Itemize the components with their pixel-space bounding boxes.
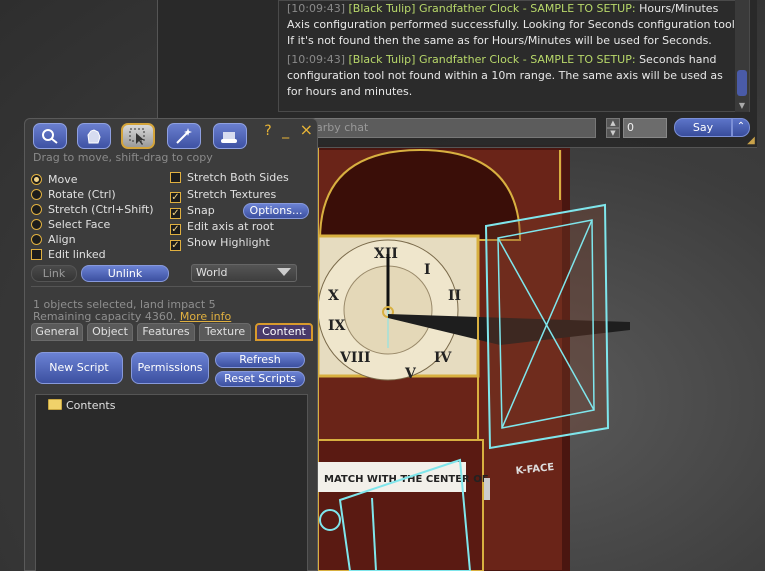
floater-title-buttons: ? _ ×: [258, 120, 313, 140]
checkmark-icon[interactable]: ✓: [170, 208, 181, 219]
link-button[interactable]: Link: [31, 265, 77, 282]
scroll-thumb[interactable]: [737, 70, 747, 96]
tab-general[interactable]: General: [31, 323, 83, 341]
channel-spinner[interactable]: ▲ ▼: [606, 118, 620, 138]
checkbox-stretch-textures[interactable]: ✓ Stretch Textures: [170, 187, 276, 203]
permissions-button[interactable]: Permissions: [131, 352, 209, 384]
folder-icon: [48, 399, 62, 410]
radio-icon[interactable]: [31, 219, 42, 230]
grab-tool-button[interactable]: [77, 123, 111, 149]
build-tabs: General Object Features Texture Content: [31, 323, 313, 341]
tab-content[interactable]: Content: [255, 323, 313, 341]
radio-icon[interactable]: [31, 204, 42, 215]
svg-text:IV: IV: [434, 350, 453, 366]
tab-texture[interactable]: Texture: [199, 323, 251, 341]
radio-stretch[interactable]: Stretch (Ctrl+Shift): [31, 202, 154, 217]
radio-icon[interactable]: [31, 189, 42, 200]
snap-options-button[interactable]: Options...: [243, 203, 309, 219]
checkbox-edit-linked[interactable]: Edit linked: [31, 247, 106, 262]
checkmark-icon[interactable]: ✓: [170, 192, 181, 203]
close-button[interactable]: ×: [300, 120, 313, 139]
svg-text:IX: IX: [328, 318, 346, 334]
svg-text:VIII: VIII: [339, 350, 371, 366]
refresh-button[interactable]: Refresh: [215, 352, 305, 368]
focus-tool-button[interactable]: [33, 123, 67, 149]
help-button[interactable]: ?: [264, 123, 271, 139]
tool-mode-row: [33, 123, 253, 151]
magic-wand-icon: [176, 128, 192, 144]
checkmark-icon[interactable]: ✓: [170, 224, 181, 235]
checkbox-stretch-both-sides[interactable]: Stretch Both Sides: [170, 170, 289, 185]
spinner-up-icon[interactable]: ▲: [606, 118, 620, 128]
sign-text: MATCH WITH THE CENTER OF: [324, 474, 489, 485]
inventory-contents-list[interactable]: Contents: [35, 394, 308, 571]
radio-icon[interactable]: [31, 234, 42, 245]
capacity-info: Remaining capacity 4360. More info: [33, 310, 232, 323]
checkbox-icon[interactable]: [170, 172, 181, 183]
spinner-down-icon[interactable]: ▼: [606, 128, 620, 138]
list-item[interactable]: Contents: [48, 399, 115, 413]
chat-message: [10:09:43] [Black Tulip] Grandfather Clo…: [287, 53, 723, 98]
resize-grip-icon[interactable]: ◢: [745, 135, 757, 147]
hand-icon: [87, 129, 101, 144]
minimize-button[interactable]: _: [282, 123, 289, 139]
svg-text:I: I: [424, 262, 431, 278]
chat-input[interactable]: arby chat: [309, 118, 596, 138]
ruler-mode-dropdown[interactable]: World: [191, 264, 297, 282]
chat-history[interactable]: [10:09:43] [Black Tulip] Grandfather Clo…: [278, 0, 750, 112]
bulldozer-icon: [221, 132, 237, 143]
checkbox-snap[interactable]: ✓ Snap: [170, 203, 215, 219]
radio-move[interactable]: Move: [31, 172, 78, 187]
tab-object[interactable]: Object: [87, 323, 133, 341]
create-tool-button[interactable]: [167, 123, 201, 149]
svg-text:II: II: [448, 288, 461, 304]
pointer-icon: [129, 128, 145, 145]
reset-scripts-button[interactable]: Reset Scripts: [215, 371, 305, 387]
chat-input-row: arby chat ▲ ▼ 0 Say ⌃: [301, 118, 758, 140]
radio-icon[interactable]: [31, 174, 42, 185]
channel-input[interactable]: 0: [623, 118, 667, 138]
divider: [31, 286, 311, 287]
scroll-down-icon[interactable]: ▼: [737, 102, 747, 110]
tab-features[interactable]: Features: [137, 323, 195, 341]
svg-text:XII: XII: [374, 246, 398, 262]
land-tool-button[interactable]: [213, 123, 247, 149]
checkmark-icon[interactable]: ✓: [170, 240, 181, 251]
svg-text:V: V: [404, 366, 417, 382]
tool-hint: Drag to move, shift-drag to copy: [33, 151, 213, 164]
chat-scrollbar[interactable]: ▼: [735, 0, 749, 112]
more-info-link[interactable]: More info: [180, 310, 231, 323]
chevron-down-icon: [277, 268, 291, 276]
radio-align[interactable]: Align: [31, 232, 76, 247]
say-button[interactable]: Say: [674, 118, 732, 137]
unlink-button[interactable]: Unlink: [81, 265, 169, 282]
chat-message: [10:09:43] [Black Tulip] Grandfather Clo…: [287, 2, 739, 47]
magnifier-icon: [42, 129, 58, 144]
svg-text:X: X: [328, 288, 339, 304]
checkbox-edit-axis-root[interactable]: ✓ Edit axis at root: [170, 219, 274, 235]
edit-tool-button[interactable]: [121, 123, 155, 149]
build-floater: ? _ × Drag to move, shift-drag to copy M…: [24, 118, 318, 571]
radio-rotate[interactable]: Rotate (Ctrl): [31, 187, 116, 202]
radio-select-face[interactable]: Select Face: [31, 217, 110, 232]
checkbox-icon[interactable]: [31, 249, 42, 260]
checkbox-show-highlight[interactable]: ✓ Show Highlight: [170, 235, 270, 251]
new-script-button[interactable]: New Script: [35, 352, 123, 384]
